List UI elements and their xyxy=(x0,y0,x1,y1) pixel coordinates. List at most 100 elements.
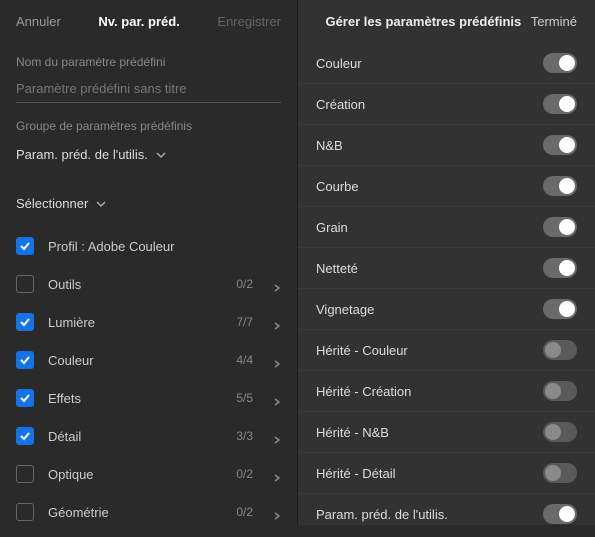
toggle-knob xyxy=(559,96,575,112)
toggle-label: Création xyxy=(316,97,365,112)
preset-item-row[interactable]: Effets 5/5 xyxy=(16,379,281,417)
toggle-label: Hérité - Création xyxy=(316,384,411,399)
toggle-row: N&B xyxy=(298,125,595,166)
checkbox[interactable] xyxy=(16,237,34,255)
chevron-right-icon xyxy=(273,356,281,364)
toggle-knob xyxy=(559,178,575,194)
preset-item-row[interactable]: Géométrie 0/2 xyxy=(16,493,281,531)
chevron-right-icon xyxy=(273,508,281,516)
preset-item-label: Détail xyxy=(48,429,222,444)
toggle-knob xyxy=(545,424,561,440)
toggle-knob xyxy=(559,301,575,317)
toggle-switch[interactable] xyxy=(543,258,577,278)
toggle-row: Param. préd. de l'utilis. xyxy=(298,494,595,525)
save-button[interactable]: Enregistrer xyxy=(217,14,281,29)
chevron-right-icon xyxy=(273,318,281,326)
toggle-switch[interactable] xyxy=(543,217,577,237)
preset-group-value: Param. préd. de l'utilis. xyxy=(16,147,148,162)
preset-group-label: Groupe de paramètres prédéfinis xyxy=(16,119,281,133)
right-title: Gérer les paramètres prédéfinis xyxy=(316,14,531,29)
toggle-switch[interactable] xyxy=(543,299,577,319)
checkbox[interactable] xyxy=(16,427,34,445)
toggle-row: Netteté xyxy=(298,248,595,289)
toggle-knob xyxy=(545,383,561,399)
checkbox[interactable] xyxy=(16,503,34,521)
toggle-switch[interactable] xyxy=(543,135,577,155)
toggle-switch[interactable] xyxy=(543,176,577,196)
preset-item-label: Profil : Adobe Couleur xyxy=(48,239,281,254)
chevron-down-icon xyxy=(96,199,106,209)
chevron-right-icon xyxy=(273,394,281,402)
checkbox[interactable] xyxy=(16,351,34,369)
toggle-knob xyxy=(545,465,561,481)
toggle-switch[interactable] xyxy=(543,463,577,483)
toggle-row: Couleur xyxy=(298,43,595,84)
toggle-label: Hérité - Détail xyxy=(316,466,395,481)
preset-item-label: Effets xyxy=(48,391,222,406)
preset-item-label: Lumière xyxy=(48,315,222,330)
toggle-label: Vignetage xyxy=(316,302,374,317)
left-header: Annuler Nv. par. préd. Enregistrer xyxy=(0,0,297,43)
toggle-row: Vignetage xyxy=(298,289,595,330)
preset-name-input[interactable] xyxy=(16,77,281,103)
preset-group-dropdown[interactable]: Param. préd. de l'utilis. xyxy=(16,141,281,168)
toggle-label: Hérité - Couleur xyxy=(316,343,408,358)
toggle-knob xyxy=(559,137,575,153)
toggle-switch[interactable] xyxy=(543,381,577,401)
checkbox[interactable] xyxy=(16,465,34,483)
chevron-right-icon xyxy=(273,280,281,288)
select-label: Sélectionner xyxy=(16,196,88,211)
toggle-label: Couleur xyxy=(316,56,362,71)
preset-item-label: Couleur xyxy=(48,353,222,368)
preset-item-row[interactable]: Lumière 7/7 xyxy=(16,303,281,341)
checkbox[interactable] xyxy=(16,275,34,293)
select-dropdown[interactable]: Sélectionner xyxy=(16,190,281,217)
preset-item-row[interactable]: Outils 0/2 xyxy=(16,265,281,303)
toggle-knob xyxy=(559,260,575,276)
toggle-row: Grain xyxy=(298,207,595,248)
new-preset-panel: Annuler Nv. par. préd. Enregistrer Nom d… xyxy=(0,0,298,525)
toggle-switch[interactable] xyxy=(543,340,577,360)
preset-item-count: 0/2 xyxy=(236,505,253,519)
preset-item-count: 5/5 xyxy=(236,391,253,405)
select-section: Sélectionner xyxy=(0,172,297,221)
done-button[interactable]: Terminé xyxy=(531,14,577,29)
preset-item-row[interactable]: Optique 0/2 xyxy=(16,455,281,493)
toggle-row: Hérité - N&B xyxy=(298,412,595,453)
preset-name-section: Nom du paramètre prédéfini xyxy=(0,43,297,107)
toggle-label: Netteté xyxy=(316,261,358,276)
preset-item-label: Optique xyxy=(48,467,222,482)
toggle-label: Param. préd. de l'utilis. xyxy=(316,507,448,522)
toggle-label: Hérité - N&B xyxy=(316,425,389,440)
checkbox[interactable] xyxy=(16,313,34,331)
toggle-row: Création xyxy=(298,84,595,125)
toggle-switch[interactable] xyxy=(543,94,577,114)
preset-items-list: Profil : Adobe Couleur Outils 0/2 Lumière 7/… xyxy=(0,221,297,537)
preset-item-count: 0/2 xyxy=(236,277,253,291)
toggle-row: Hérité - Couleur xyxy=(298,330,595,371)
preset-item-label: Outils xyxy=(48,277,222,292)
left-title: Nv. par. préd. xyxy=(98,14,179,29)
preset-item-count: 7/7 xyxy=(236,315,253,329)
cancel-button[interactable]: Annuler xyxy=(16,14,61,29)
manage-presets-panel: Gérer les paramètres prédéfinis Terminé … xyxy=(298,0,595,525)
checkbox[interactable] xyxy=(16,389,34,407)
preset-item-row[interactable]: Couleur4/4 xyxy=(16,341,281,379)
toggle-switch[interactable] xyxy=(543,422,577,442)
toggle-knob xyxy=(559,506,575,522)
preset-group-section: Groupe de paramètres prédéfinis Param. p… xyxy=(0,107,297,172)
toggle-label: N&B xyxy=(316,138,343,153)
chevron-right-icon xyxy=(273,432,281,440)
preset-item-count: 0/2 xyxy=(236,467,253,481)
preset-name-label: Nom du paramètre prédéfini xyxy=(16,55,281,69)
preset-item-count: 3/3 xyxy=(236,429,253,443)
toggle-switch[interactable] xyxy=(543,504,577,524)
preset-item-row[interactable]: Profil : Adobe Couleur xyxy=(16,227,281,265)
toggle-knob xyxy=(559,219,575,235)
preset-item-row[interactable]: Détail 3/3 xyxy=(16,417,281,455)
chevron-down-icon xyxy=(156,150,166,160)
toggle-switch[interactable] xyxy=(543,53,577,73)
preset-item-label: Géométrie xyxy=(48,505,222,520)
toggle-knob xyxy=(545,342,561,358)
toggle-row: Hérité - Création xyxy=(298,371,595,412)
